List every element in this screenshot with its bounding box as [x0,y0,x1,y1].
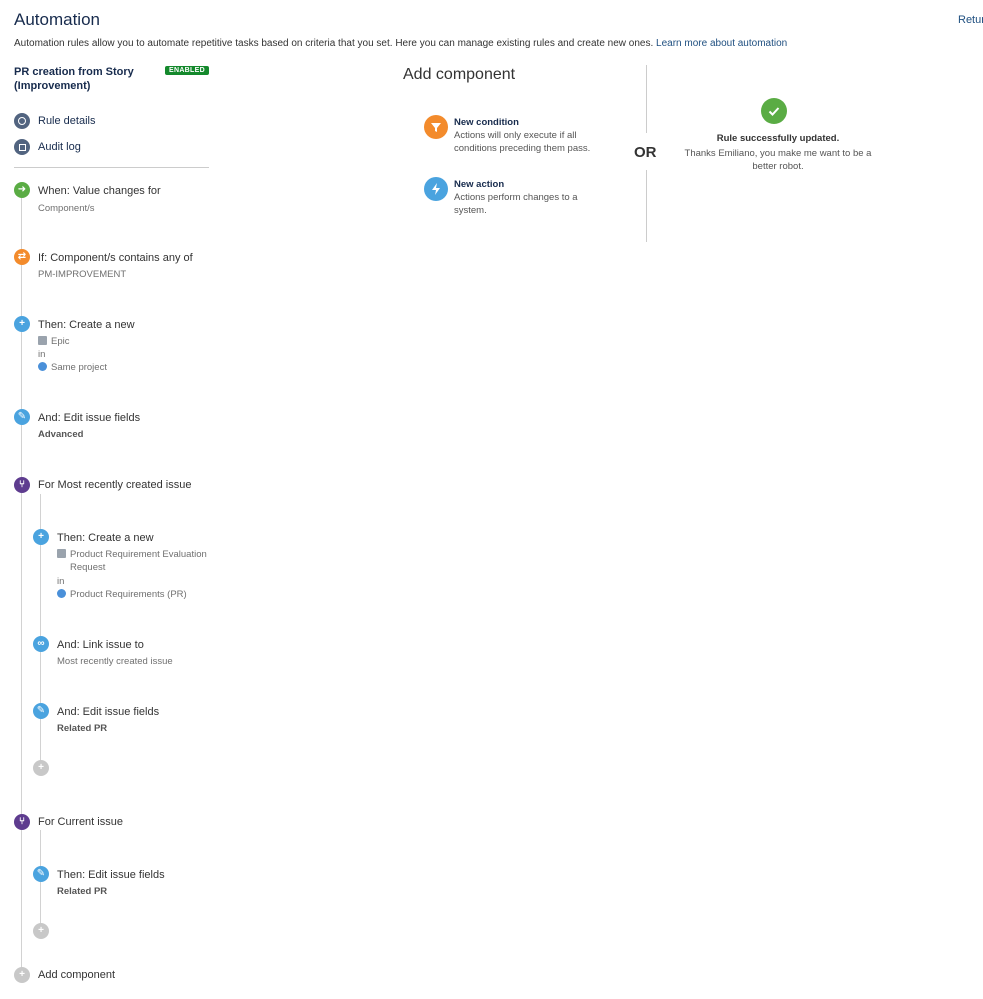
page-description: Automation rules allow you to automate r… [14,38,787,49]
nav-rule-details[interactable]: Rule details [14,112,95,130]
condition-shuffle-icon: ⇄ [14,249,30,265]
divider [14,167,209,168]
info-icon [14,113,30,129]
new-condition-desc: Actions will only execute if all conditi… [454,130,591,154]
rule-name: PR creation from Story (Improvement) [14,66,134,92]
step-trigger-sub: Component/s [38,203,95,214]
step-create-epic-project: Same project [38,361,107,374]
plus-icon: + [14,316,30,332]
branch-icon: ⑂ [14,477,30,493]
branch-current[interactable]: For Current issue [38,816,123,828]
pencil-icon: ✎ [33,703,49,719]
step-edit-fields-sub: Advanced [38,429,84,440]
nav-rule-details-label: Rule details [38,115,96,127]
or-divider-bottom [646,170,647,242]
or-label: OR [634,144,657,161]
new-action-title[interactable]: New action [454,179,504,190]
log-icon [14,139,30,155]
success-message: Thanks Emiliano, you make me want to be … [684,148,872,172]
issue-type-icon [57,549,66,558]
filter-icon[interactable] [424,115,448,139]
pencil-icon: ✎ [33,866,49,882]
step-edit-current-sub: Related PR [57,886,108,897]
status-badge: ENABLED [165,66,209,75]
step-create-pr-type: Product Requirement Evaluation [57,548,207,561]
nav-audit-log-label: Audit log [38,141,81,153]
step-create-pr-project: Product Requirements (PR) [57,588,187,601]
return-link[interactable]: Retur [958,14,983,26]
add-component-icon[interactable]: + [14,967,30,983]
step-link-issue-sub: Most recently created issue [57,656,173,667]
step-trigger[interactable]: When: Value changes for [38,185,161,197]
step-edit-related[interactable]: And: Edit issue fields [57,706,159,718]
link-icon: ∞ [33,636,49,652]
pencil-icon: ✎ [14,409,30,425]
step-create-epic-type: Epic [38,335,69,348]
new-action-desc: Actions perform changes to a system. [454,192,578,216]
checkmark-icon [761,98,787,124]
main-flow-line [21,190,22,976]
step-edit-related-sub: Related PR [57,723,108,734]
step-link-issue[interactable]: And: Link issue to [57,639,144,651]
step-create-epic[interactable]: Then: Create a new [38,319,135,331]
step-create-epic-in: in [38,349,46,360]
page-title: Automation [14,10,100,29]
add-branch-component-icon[interactable]: + [33,760,49,776]
epic-type-icon [38,336,47,345]
nav-audit-log[interactable]: Audit log [14,138,81,156]
step-edit-fields[interactable]: And: Edit issue fields [38,412,140,424]
add-branch-component-icon[interactable]: + [33,923,49,939]
plus-icon: + [33,529,49,545]
lightning-icon[interactable] [424,177,448,201]
trigger-icon: ➜ [14,182,30,198]
branch-icon: ⑂ [14,814,30,830]
learn-more-link[interactable]: Learn more about automation [656,38,787,49]
step-create-pr-type-2: Request [70,562,106,573]
or-divider-top [646,65,647,133]
add-component-link[interactable]: Add component [38,969,115,981]
branch-most-recent[interactable]: For Most recently created issue [38,479,191,491]
step-condition-sub: PM-IMPROVEMENT [38,269,127,280]
success-title: Rule successfully updated. [716,133,840,144]
step-edit-current[interactable]: Then: Edit issue fields [57,869,165,881]
step-create-pr-in: in [57,576,65,587]
add-component-title: Add component [403,66,516,83]
description-text: Automation rules allow you to automate r… [14,38,654,49]
project-globe-icon [38,362,47,371]
step-create-pr[interactable]: Then: Create a new [57,532,154,544]
new-condition-title[interactable]: New condition [454,117,519,128]
step-condition[interactable]: If: Component/s contains any of [38,252,193,264]
project-globe-icon [57,589,66,598]
